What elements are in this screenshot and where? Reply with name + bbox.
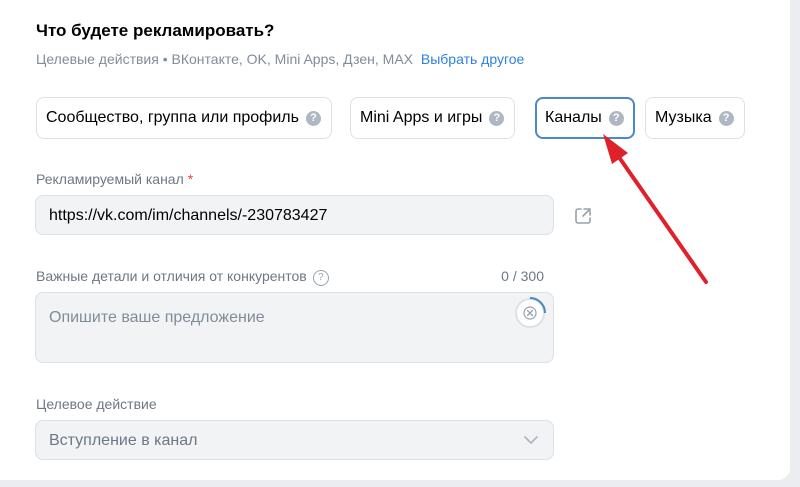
- channel-field-label-text: Рекламируемый канал: [36, 171, 184, 187]
- details-field-label: Важные детали и отличия от конкурентов?: [36, 268, 329, 286]
- help-icon[interactable]: ?: [489, 110, 505, 126]
- chevron-down-icon: [524, 436, 538, 444]
- required-mark: *: [187, 171, 194, 187]
- annotation-arrow: [603, 134, 708, 284]
- help-icon[interactable]: ?: [305, 110, 321, 126]
- section-subtitle: Целевые действия • ВКонтакте, OK, Mini A…: [36, 51, 524, 67]
- loading-ring-icon: [529, 297, 546, 314]
- help-icon[interactable]: ?: [718, 110, 734, 126]
- category-label: Сообщество, группа или профиль: [46, 109, 299, 126]
- category-label: Mini Apps и игры: [360, 109, 483, 126]
- ad-object-card: Что будете рекламировать? Целевые действ…: [0, 0, 790, 480]
- char-counter: 0 / 300: [501, 268, 544, 284]
- channel-url-field[interactable]: https://vk.com/im/channels/-230783427: [35, 195, 554, 235]
- channel-field-label: Рекламируемый канал *: [36, 171, 193, 187]
- target-action-select[interactable]: Вступление в канал: [35, 420, 554, 460]
- category-community[interactable]: Сообщество, группа или профиль ?: [36, 97, 332, 139]
- subtitle-text: Целевые действия • ВКонтакте, OK, Mini A…: [36, 51, 413, 67]
- choose-other-link[interactable]: Выбрать другое: [421, 51, 524, 67]
- details-field-label-text: Важные детали и отличия от конкурентов: [36, 268, 307, 284]
- category-label: Каналы: [545, 109, 602, 126]
- target-action-label: Целевое действие: [36, 396, 157, 412]
- help-outline-icon[interactable]: ?: [312, 270, 329, 286]
- category-label: Музыка: [655, 109, 712, 126]
- category-mini-apps[interactable]: Mini Apps и игры ?: [350, 97, 516, 139]
- channel-url-value: https://vk.com/im/channels/-230783427: [49, 207, 328, 224]
- details-placeholder: Опишите ваше предложение: [49, 309, 265, 326]
- details-textarea[interactable]: Опишите ваше предложение: [35, 292, 554, 363]
- section-title: Что будете рекламировать?: [36, 21, 275, 40]
- help-icon[interactable]: ?: [608, 110, 624, 126]
- target-action-value: Вступление в канал: [49, 432, 198, 449]
